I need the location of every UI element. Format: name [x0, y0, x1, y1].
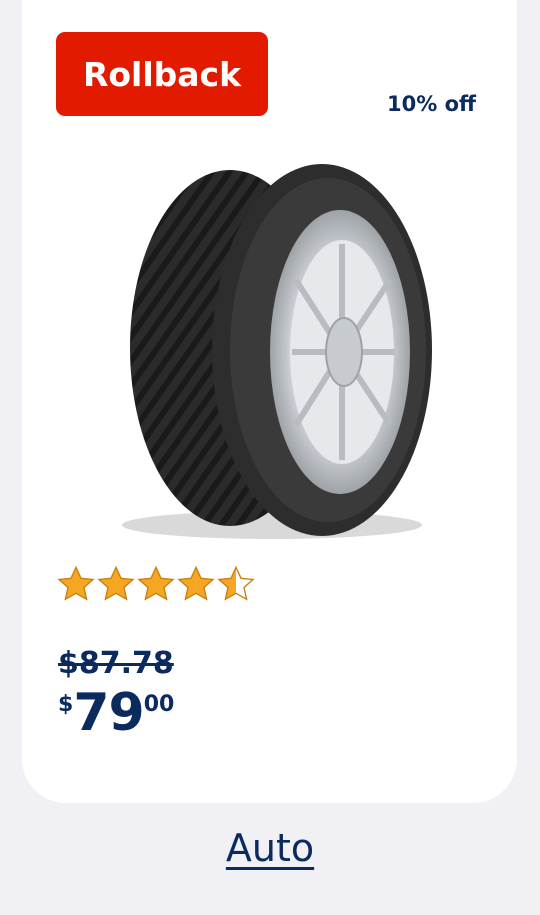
current-price: $ 79 00 — [58, 682, 174, 744]
was-price: $87.78 — [58, 646, 174, 681]
discount-label: 10% off — [387, 92, 477, 116]
star-full-icon — [57, 565, 95, 601]
star-half-icon — [217, 565, 255, 601]
tire-image[interactable] — [60, 140, 484, 550]
star-full-icon — [137, 565, 175, 601]
price-currency: $ — [58, 692, 74, 717]
price-cents: 00 — [143, 692, 175, 717]
star-full-icon — [97, 565, 135, 601]
rollback-badge-label: Rollback — [82, 54, 242, 94]
category-link-auto[interactable]: Auto — [0, 826, 540, 870]
star-rating — [56, 564, 256, 604]
price-dollars: 79 — [73, 683, 144, 743]
rollback-badge: Rollback — [56, 32, 268, 116]
star-full-icon — [177, 565, 215, 601]
